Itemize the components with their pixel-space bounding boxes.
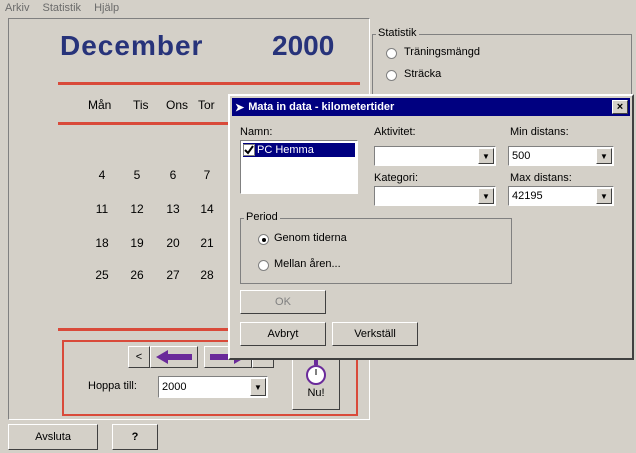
daynames-divider — [58, 122, 230, 125]
arrow-left-icon — [156, 350, 192, 364]
header-divider — [58, 82, 360, 85]
namn-item-label: PC Hemma — [257, 144, 314, 156]
day-cell[interactable]: 28 — [198, 268, 216, 282]
statistik-legend: Statistik — [376, 27, 419, 39]
month-title: December — [60, 30, 204, 61]
menu-statistik[interactable]: Statistik — [38, 0, 87, 16]
day-cell[interactable]: 25 — [93, 268, 111, 282]
day-cell[interactable]: 6 — [164, 168, 182, 182]
min-distans-value: 500 — [512, 150, 531, 162]
min-distans-combo[interactable]: 500 ▼ — [508, 146, 614, 166]
day-cell[interactable]: 11 — [93, 202, 111, 216]
year-combo[interactable]: 2000 ▼ — [158, 376, 268, 398]
dropdown-arrow-icon[interactable]: ▼ — [596, 148, 612, 164]
year-combo-value: 2000 — [162, 381, 187, 393]
now-label: Nu! — [307, 387, 325, 399]
app-icon: ➤ — [235, 101, 245, 114]
dayname-man: Mån — [88, 98, 112, 112]
day-cell[interactable]: 14 — [198, 202, 216, 216]
dropdown-arrow-icon[interactable]: ▼ — [478, 188, 494, 204]
period-legend: Period — [244, 211, 280, 223]
day-cell[interactable]: 4 — [93, 168, 111, 182]
radio-mellan-aren-label: Mellan åren... — [274, 258, 341, 270]
radio-genom-tiderna[interactable] — [258, 234, 269, 245]
avsluta-button[interactable]: Avsluta — [8, 424, 98, 450]
min-distans-label: Min distans: — [510, 126, 569, 138]
day-cell[interactable]: 18 — [93, 236, 111, 250]
kategori-label: Kategori: — [374, 172, 419, 184]
dayname-tis: Tis — [133, 98, 149, 112]
kategori-combo[interactable]: ▼ — [374, 186, 496, 206]
day-cell[interactable]: 21 — [198, 236, 216, 250]
max-distans-value: 42195 — [512, 190, 543, 202]
close-icon[interactable]: × — [612, 100, 628, 114]
day-cell[interactable]: 20 — [164, 236, 182, 250]
radio-stracka-label: Sträcka — [404, 68, 442, 80]
menu-hjalp[interactable]: Hjälp — [89, 0, 124, 16]
avbryt-button[interactable]: Avbryt — [240, 322, 326, 346]
day-cell[interactable]: 19 — [128, 236, 146, 250]
radio-mellan-aren[interactable] — [258, 260, 269, 271]
prev-year-button[interactable] — [150, 346, 198, 368]
day-cell[interactable]: 5 — [128, 168, 146, 182]
help-button[interactable]: ? — [112, 424, 158, 450]
day-cell[interactable]: 27 — [164, 268, 182, 282]
dropdown-arrow-icon[interactable]: ▼ — [596, 188, 612, 204]
list-item[interactable]: PC Hemma — [243, 143, 355, 157]
day-cell[interactable]: 13 — [164, 202, 182, 216]
dayname-tor: Tor — [198, 98, 215, 112]
dropdown-arrow-icon[interactable]: ▼ — [250, 378, 266, 396]
dayname-ons: Ons — [166, 98, 189, 112]
dialog-titlebar: ➤ Mata in data - kilometertider × — [232, 98, 630, 116]
radio-traningsmangd-label: Träningsmängd — [404, 46, 481, 58]
menu-arkiv[interactable]: Arkiv — [0, 0, 34, 16]
max-distans-combo[interactable]: 42195 ▼ — [508, 186, 614, 206]
data-entry-dialog: ➤ Mata in data - kilometertider × Namn: … — [228, 94, 634, 360]
checkbox-checked-icon[interactable] — [243, 144, 255, 156]
stopwatch-icon — [306, 359, 326, 385]
menu-bar: Arkiv Statistik Hjälp — [0, 0, 636, 18]
radio-genom-tiderna-label: Genom tiderna — [274, 232, 347, 244]
hoppa-label: Hoppa till: — [88, 380, 137, 392]
ok-button[interactable]: OK — [240, 290, 326, 314]
namn-list[interactable]: PC Hemma — [240, 140, 358, 194]
radio-stracka[interactable] — [386, 70, 397, 81]
aktivitet-label: Aktivitet: — [374, 126, 416, 138]
namn-label: Namn: — [240, 126, 273, 138]
day-cell[interactable]: 7 — [198, 168, 216, 182]
prev-month-button[interactable]: < — [128, 346, 150, 368]
verkstall-button[interactable]: Verkställ — [332, 322, 418, 346]
period-group — [240, 218, 512, 284]
dialog-title: Mata in data - kilometertider — [248, 101, 395, 113]
radio-traningsmangd[interactable] — [386, 48, 397, 59]
year-title: 2000 — [272, 30, 335, 61]
day-cell[interactable]: 26 — [128, 268, 146, 282]
dropdown-arrow-icon[interactable]: ▼ — [478, 148, 494, 164]
aktivitet-combo[interactable]: ▼ — [374, 146, 496, 166]
day-cell[interactable]: 12 — [128, 202, 146, 216]
max-distans-label: Max distans: — [510, 172, 572, 184]
